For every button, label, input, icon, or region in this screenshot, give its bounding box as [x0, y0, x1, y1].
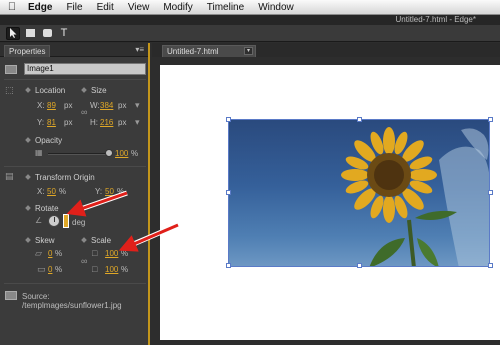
scale-x-unit: % — [121, 249, 129, 258]
origin-y-unit: % — [117, 187, 125, 196]
chevron-down-icon[interactable]: ▾ — [135, 100, 140, 111]
origin-x-label: X: — [37, 187, 45, 196]
opacity-unit: % — [131, 149, 139, 158]
menu-timeline[interactable]: Timeline — [207, 2, 244, 13]
transform-origin-label: Transform Origin — [25, 173, 95, 182]
source-path: Source: /templmages/sunflower1.jpg — [22, 292, 122, 310]
sunflower-image[interactable] — [228, 119, 490, 267]
location-x-value[interactable]: 89 — [47, 101, 56, 110]
panel-menu-icon[interactable]: ▾≡ — [135, 45, 144, 54]
rotate-value[interactable]: 0 — [63, 214, 69, 228]
resize-handle-s[interactable] — [357, 263, 362, 268]
menu-edit[interactable]: Edit — [97, 2, 114, 13]
element-name-field[interactable]: Image1 — [24, 63, 146, 75]
menu-window[interactable]: Window — [258, 2, 294, 13]
skew-x-value[interactable]: 0 — [48, 249, 52, 258]
size-w-unit: px — [118, 101, 127, 110]
stage-area: Untitled-7.html ▾ — [152, 43, 500, 345]
divider — [4, 283, 146, 284]
opacity-slider[interactable] — [48, 153, 110, 155]
y-label: Y: — [37, 118, 45, 127]
stage-canvas[interactable] — [160, 65, 500, 340]
resize-handle-se[interactable] — [488, 263, 493, 268]
sunflower-picture — [341, 127, 489, 266]
skew-x-unit: % — [55, 249, 63, 258]
text-tool-icon[interactable]: T — [57, 27, 71, 40]
resize-handle-n[interactable] — [357, 117, 362, 122]
properties-panel: Properties ▾≡ Image1 ⬚ Location Size X: … — [0, 43, 150, 345]
panel-tab-strip: Properties ▾≡ — [0, 43, 148, 57]
origin-y-value[interactable]: 50 — [105, 187, 114, 196]
skew-y-value[interactable]: 0 — [48, 265, 52, 274]
rounded-rectangle-tool-icon[interactable] — [40, 27, 54, 40]
menu-file[interactable]: File — [66, 2, 82, 13]
w-label: W: — [90, 101, 100, 110]
rectangle-tool-icon[interactable] — [23, 27, 37, 40]
divider — [4, 166, 146, 167]
location-y-unit: px — [64, 118, 73, 127]
skew-label: Skew — [25, 236, 55, 245]
skew-y-icon: ▭ — [37, 264, 46, 274]
image-element-icon — [5, 65, 17, 74]
skew-x-icon: ▱ — [35, 248, 42, 258]
origin-x-unit: % — [59, 187, 67, 196]
menu-bar:  Edge File Edit View Modify Timeline Wi… — [0, 0, 500, 15]
resize-handle-sw[interactable] — [226, 263, 231, 268]
scale-x-icon: □ — [92, 248, 98, 258]
opacity-icon: ▦ — [35, 148, 43, 157]
opacity-value[interactable]: 100 — [115, 149, 128, 158]
title-bar: Untitled-7.html - Edge* — [0, 15, 500, 25]
size-label: Size — [81, 86, 107, 95]
location-label: Location — [25, 86, 65, 95]
menu-modify[interactable]: Modify — [163, 2, 192, 13]
location-x-unit: px — [64, 101, 73, 110]
size-w-value[interactable]: 384 — [100, 101, 113, 110]
scale-label: Scale — [81, 236, 111, 245]
position-icon: ⬚ — [5, 85, 14, 95]
resize-handle-nw[interactable] — [226, 117, 231, 122]
rotate-label: Rotate — [25, 204, 59, 213]
scale-y-value[interactable]: 100 — [105, 265, 118, 274]
apple-icon[interactable]:  — [0, 1, 24, 13]
location-y-value[interactable]: 81 — [47, 118, 56, 127]
size-h-value[interactable]: 216 — [100, 118, 113, 127]
divider — [4, 79, 146, 80]
app-menu[interactable]: Edge — [28, 2, 52, 13]
rotate-unit: deg — [72, 218, 86, 227]
opacity-slider-handle[interactable] — [105, 149, 113, 157]
chevron-down-icon[interactable]: ▾ — [244, 47, 253, 55]
link-icon[interactable]: ∞ — [81, 107, 87, 117]
link-icon[interactable]: ∞ — [81, 256, 87, 266]
tab-document[interactable]: Untitled-7.html ▾ — [162, 45, 256, 57]
tab-properties[interactable]: Properties — [4, 45, 51, 57]
toolbar: T — [0, 25, 500, 42]
h-label: H: — [90, 118, 98, 127]
selection-tool-icon[interactable] — [6, 26, 20, 40]
scale-y-unit: % — [121, 265, 129, 274]
transform-origin-icon: ▤ — [5, 171, 14, 181]
chevron-down-icon[interactable]: ▾ — [135, 117, 140, 128]
resize-handle-w[interactable] — [226, 190, 231, 195]
x-label: X: — [37, 101, 45, 110]
scale-y-icon: □ — [92, 264, 98, 274]
skew-y-unit: % — [55, 265, 63, 274]
origin-y-label: Y: — [95, 187, 103, 196]
window-title: Untitled-7.html - Edge* — [395, 15, 476, 24]
stage-tab-strip: Untitled-7.html ▾ — [152, 43, 500, 57]
image-source-icon — [5, 291, 17, 300]
size-h-unit: px — [118, 118, 127, 127]
rotate-dial[interactable] — [48, 215, 60, 227]
angle-icon: ∠ — [35, 216, 43, 225]
resize-handle-e[interactable] — [488, 190, 493, 195]
resize-handle-ne[interactable] — [488, 117, 493, 122]
opacity-label: Opacity — [25, 136, 62, 145]
scale-x-value[interactable]: 100 — [105, 249, 118, 258]
origin-x-value[interactable]: 50 — [47, 187, 56, 196]
menu-view[interactable]: View — [128, 2, 150, 13]
